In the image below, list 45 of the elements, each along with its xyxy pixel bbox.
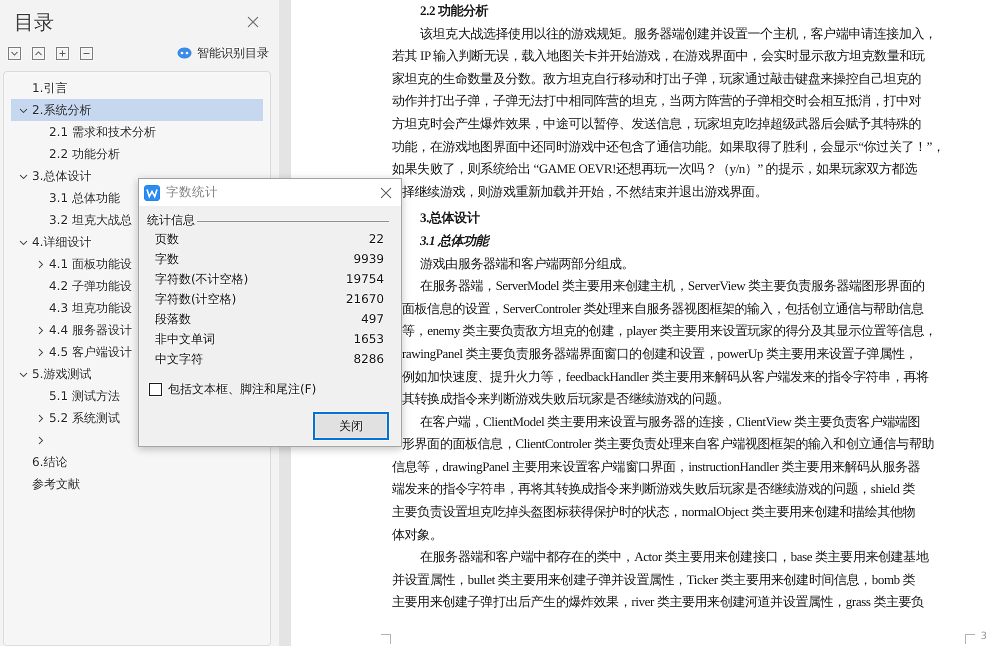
body-text-line: 家坦克的生命数量及分数。敌方坦克自行移动和打出子弹，玩家通过敲击键盘来操控自己坦克的 <box>392 70 922 88</box>
body-text-line: 择继续游戏，则游戏重新加载并开始，不然结束并退出游戏界面。 <box>401 182 768 201</box>
stat-value: 8286 <box>353 352 384 366</box>
body-text-line: 主要负责设置坦克吃掉头盔图标获得保护时的状态，normalObject 类主要用来创建和描绘其他物 <box>392 503 916 522</box>
body-text-line: 在服务器端，ServerModel 类主要用来创建主机，ServerView 类主要负责服务器端图形界面的 <box>419 277 926 296</box>
body-text-line: 功能，在游戏地图界面中还同时游戏中还包含了通信功能。如果取得了胜利，会显示“你过关了！”， <box>392 138 946 156</box>
stat-label: 页数 <box>155 230 179 248</box>
body-text-line: 在客户端，ClientModel 类主要用来设置与服务器的连接，ClientView 类主要负责客户端端图 <box>419 412 922 431</box>
body-text-line: 该坦克大战选择使用以往的游戏规矩。服务器端创建并设置一个主机，客户端申请连接加入， <box>419 24 938 43</box>
stat-value: 19754 <box>346 272 384 286</box>
stat-value: 9939 <box>353 252 384 266</box>
section-heading: 2.2 功能分析 <box>419 2 490 20</box>
stat-label: 中文字符 <box>155 350 203 368</box>
body-text-line: 方坦克时会产生爆炸效果，中途可以暂停、发送信息，玩家坦克吃掉超级武器后会赋予其特殊的 <box>392 114 922 133</box>
body-text-line: 形界面的面板信息，ClientControler 类主要负责处理来自客户端视图框架的输入和创立通信与帮助 <box>401 435 936 454</box>
body-text-line: 并设置属性，bullet 类主要用来创建子弹并设置属性，Ticker 类主要用来创建时间信息，bomb 类 <box>392 570 916 589</box>
body-text-line: 等，enemy 类主要负责敌方坦克的创建，player 类主要用来设置玩家的得分及其显示位置等信息， <box>401 322 938 340</box>
body-text-line: 游戏由服务器端和客户端两部分组成。 <box>419 254 636 273</box>
stat-label: 字符数(计空格) <box>155 290 236 308</box>
body-text-line: 若其 IP 输入判断无误，载入地图关卡并开始游戏，在游戏界面中，会实时显示敌方坦克数量和玩 <box>392 47 926 66</box>
stat-label: 字数 <box>155 250 179 268</box>
page-number: 3 <box>980 631 987 643</box>
stat-label: 字符数(不计空格) <box>155 270 248 288</box>
subsection-heading: 3.1 总体功能 <box>419 232 492 250</box>
body-text-line: 端发来的指令字符串，再将其转换成指令来判断游戏失败后玩家是否继续游戏的问题，shield 类 <box>392 480 916 498</box>
stat-label: 段落数 <box>155 310 191 328</box>
stat-value: 1653 <box>353 332 384 346</box>
stat-label: 非中文单词 <box>155 330 215 348</box>
stat-value: 21670 <box>346 292 384 306</box>
body-text-line: rawingPanel 类主要负责服务器端界面窗口的创建和设置，powerUp 类主要用来设置子弹属性， <box>401 344 918 363</box>
body-text-line: 信息等，drawingPanel 主要用来设置客户端窗口界面，instructionHandler 类主要用来解码从服务器 <box>392 458 922 476</box>
body-text-line: 其转换成指令来判断游戏失败后玩家是否继续游戏的问题。 <box>401 390 731 408</box>
body-text-line: 体对象。 <box>392 526 444 544</box>
body-text-line: 如果失败了，则系统给出 “GAME OEVR!还想再玩一次吗？（y/n）” 的提示，如果玩家双方都选 <box>392 160 918 178</box>
stat-value: 22 <box>368 232 384 246</box>
dialog-title: 字数统计 <box>166 184 218 201</box>
body-text-line: 例如加快速度、提升火力等，feedbackHandler 类主要用来解码从客户端发来的指令字符串，再将 <box>401 368 930 386</box>
body-text-line: 动作并打出子弹，子弹无法打中相同阵营的坦克，当两方阵营的子弹相交时会相互抵消，打中对 <box>392 92 922 110</box>
section-heading: 3.总体设计 <box>419 209 481 228</box>
body-text-line: 在服务器端和客户端中都存在的类中，Actor 类主要用来创建接口，base 类主要用来创建基地 <box>419 548 930 566</box>
stat-value: 497 <box>361 312 384 326</box>
panel-title: 目录 <box>14 8 54 36</box>
group-label: 统计信息 <box>147 212 195 228</box>
body-text-line: 主要用来创建子弹打出后产生的爆炸效果，river 类主要用来创建河道并设置属性，grass 类主要负 <box>392 593 925 612</box>
body-text-line: 面板信息的设置，ServerControler 类处理来自服务器视图框架的输入，包括创立通信与帮助信息 <box>401 300 925 318</box>
